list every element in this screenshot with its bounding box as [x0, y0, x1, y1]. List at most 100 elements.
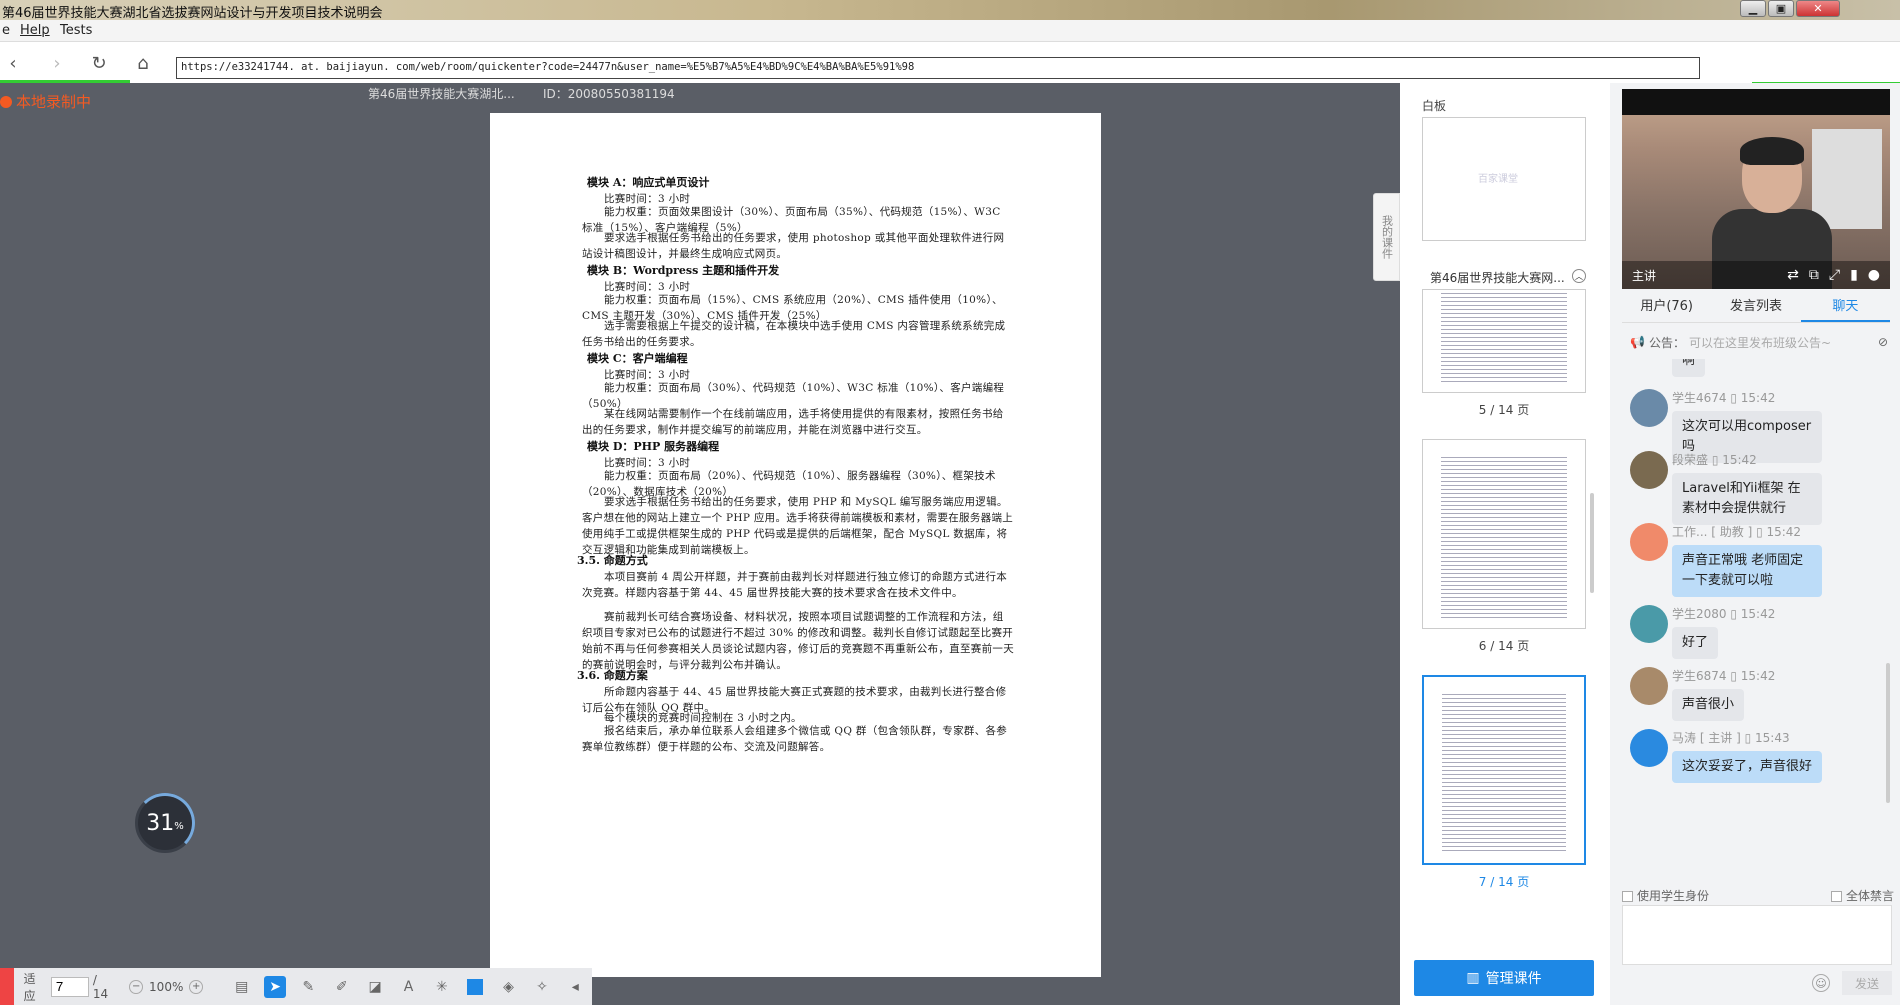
- doc-paragraph: 要求选手根据任务书给出的任务要求，使用 PHP 和 MySQL 编写服务端应用逻…: [582, 496, 1014, 556]
- progress-unit: %: [174, 820, 184, 832]
- minimize-button[interactable]: ▁: [1740, 0, 1766, 17]
- marker-icon[interactable]: ✐: [331, 976, 352, 998]
- avatar[interactable]: [1630, 451, 1668, 489]
- chat-sender: 学生4674 ▯ 15:42: [1672, 391, 1776, 405]
- chat-scrollbar[interactable]: [1886, 663, 1890, 803]
- doc-heading: 模块 C：客户端编程: [587, 352, 688, 365]
- popout-icon[interactable]: ⧉: [1809, 267, 1819, 283]
- tab-users[interactable]: 用户(76): [1622, 293, 1711, 322]
- page-total: / 14: [92, 972, 109, 1001]
- back-icon[interactable]: ‹: [2, 52, 24, 74]
- room-id: ID：20080550381194: [543, 87, 675, 101]
- pen-icon[interactable]: ✎: [298, 976, 319, 998]
- doc-paragraph: 选手需要根据上午提交的设计稿，在本模块中选手使用 CMS 内容管理系统系统完成任…: [582, 320, 1006, 348]
- text-icon[interactable]: A: [398, 976, 419, 998]
- manage-courseware-button[interactable]: ▥ 管理课件: [1414, 960, 1594, 996]
- page-thumbnail-7[interactable]: [1422, 675, 1586, 865]
- notice-placeholder: 可以在这里发布班级公告~: [1688, 335, 1832, 350]
- notice-bar[interactable]: 📢 公告： 可以在这里发布班级公告~ ⊘: [1630, 331, 1888, 353]
- page-number-input[interactable]: [50, 976, 89, 997]
- teacher-video[interactable]: 主讲 ⇄ ⧉ ⤢ ▮ ●: [1622, 89, 1890, 289]
- zoom-in-button[interactable]: +: [189, 979, 204, 994]
- chat-list: 啊学生4674 ▯ 15:42 这次可以用composer吗 段荣盛 ▯ 15:42…: [1622, 359, 1882, 897]
- avatar[interactable]: [1630, 523, 1668, 561]
- page-label-6: 6 / 14 页: [1478, 639, 1530, 653]
- color-icon[interactable]: [465, 976, 486, 998]
- laser-icon[interactable]: ✳: [431, 976, 452, 998]
- doc-paragraph: 本项目赛前 4 周公开样题，并于赛前由裁判长对样题进行独立修订的命题方式进行本次…: [582, 571, 1008, 599]
- chat-sender: 段荣盛 ▯ 15:42: [1672, 453, 1757, 467]
- doc-heading: 3.6. 命题方案: [577, 669, 648, 682]
- mute-all-checkbox[interactable]: 全体禁言: [1830, 887, 1894, 904]
- whiteboard-thumbnail[interactable]: 百家课堂: [1422, 117, 1586, 241]
- whiteboard-logo: 百家课堂: [1478, 174, 1518, 185]
- menu-item-tests[interactable]: Tests: [60, 23, 92, 38]
- recording-indicator: 本地录制中: [0, 91, 91, 112]
- thumbs-scrollbar[interactable]: [1590, 493, 1594, 593]
- avatar[interactable]: [1630, 389, 1668, 427]
- progress-value: 31: [146, 810, 175, 836]
- fit-button[interactable]: 适应: [24, 970, 47, 1004]
- page-thumbnail-5[interactable]: [1422, 289, 1586, 393]
- doc-heading: 3.5. 命题方式: [577, 554, 648, 567]
- send-button[interactable]: 发送: [1842, 971, 1892, 995]
- my-courseware-handle[interactable]: 我的课件: [1373, 193, 1400, 281]
- forward-icon[interactable]: ›: [46, 52, 68, 74]
- window-titlebar: 第46届世界技能大赛湖北省选拔赛网站设计与开发项目技术说明会 ▁ ▣ ✕: [0, 0, 1900, 21]
- home-icon[interactable]: ⌂: [132, 52, 154, 74]
- eraser-icon[interactable]: ◈: [498, 976, 519, 998]
- doc-paragraph: 报名结束后，承办单位联系人会组建多个微信或 QQ 群（包含领队群，专家群、各参赛…: [582, 725, 1008, 753]
- doc-paragraph: 赛前裁判长可结合赛场设备、材料状况，按照本项目试题调整的工作流程和方法，组织项目…: [582, 611, 1014, 671]
- upload-progress: 31%: [135, 793, 195, 853]
- tab-chat[interactable]: 聊天: [1800, 293, 1890, 322]
- whiteboard-label: 白板: [1422, 99, 1447, 113]
- fullscreen-icon[interactable]: ⤢: [1829, 267, 1840, 283]
- page-label-5: 5 / 14 页: [1478, 403, 1530, 417]
- refresh-icon[interactable]: ↻: [88, 52, 110, 74]
- maximize-button[interactable]: ▣: [1768, 0, 1794, 17]
- chat-bubble: 好了: [1672, 627, 1719, 659]
- edit-notice-icon[interactable]: ⊘: [1878, 335, 1888, 349]
- zoom-out-button[interactable]: −: [129, 979, 144, 994]
- address-bar[interactable]: https://e33241744. at. baijiayun. com/we…: [176, 57, 1700, 79]
- pointer-icon[interactable]: ➤: [264, 975, 286, 998]
- shape-icon[interactable]: ◪: [364, 976, 385, 998]
- menu-item-help[interactable]: Help: [20, 23, 50, 38]
- tab-speaker-list[interactable]: 发言列表: [1711, 293, 1800, 322]
- chat-bubble: 声音正常哦 老师固定一下麦就可以啦: [1672, 545, 1822, 597]
- emoji-icon[interactable]: ☺: [1812, 974, 1830, 992]
- chat-sender: 马涛 [ 主讲 ] ▯ 15:43: [1672, 731, 1790, 745]
- bottom-toolbar: 适应 / 14 − 100% + ▤ ➤ ✎ ✐ ◪ A ✳ ◈ ✧ ◂: [0, 968, 592, 1005]
- record-dot-icon: [0, 95, 12, 108]
- clear-icon[interactable]: ✧: [531, 976, 552, 998]
- ppt-icon[interactable]: ▤: [231, 976, 252, 998]
- chat-input[interactable]: [1622, 905, 1892, 965]
- avatar[interactable]: [1630, 729, 1668, 767]
- signal-icon: ▮: [1850, 267, 1858, 283]
- toolbar-side-tab[interactable]: [0, 968, 14, 1005]
- chat-sender: 学生6874 ▯ 15:42: [1672, 669, 1776, 683]
- page-thumbnail-6[interactable]: [1422, 439, 1586, 629]
- chat-sender: 学生2080 ▯ 15:42: [1672, 607, 1776, 621]
- chart-icon: ▥: [1466, 970, 1480, 986]
- mute-all-label: 全体禁言: [1845, 889, 1894, 903]
- recording-label: 本地录制中: [16, 93, 92, 111]
- chat-bubble: 声音很小: [1672, 689, 1745, 721]
- mic-icon[interactable]: ●: [1868, 267, 1880, 283]
- student-identity-checkbox[interactable]: 使用学生身份: [1622, 889, 1709, 903]
- avatar[interactable]: [1630, 667, 1668, 705]
- collapse-toolbar-icon[interactable]: ◂: [565, 976, 586, 998]
- zoom-level: 100%: [149, 979, 184, 994]
- video-role-label: 主讲: [1632, 268, 1657, 283]
- switch-icon[interactable]: ⇄: [1787, 267, 1799, 283]
- close-button[interactable]: ✕: [1796, 0, 1840, 17]
- notice-label: 公告：: [1648, 335, 1685, 350]
- student-identity-label: 使用学生身份: [1637, 889, 1710, 903]
- window-title: 第46届世界技能大赛湖北省选拔赛网站设计与开发项目技术说明会: [2, 6, 383, 21]
- right-panel: 主讲 ⇄ ⧉ ⤢ ▮ ● 用户(76) 发言列表 聊天 📢 公告： 可以在这里发…: [1610, 83, 1900, 1005]
- collapse-icon[interactable]: ︿: [1572, 269, 1586, 283]
- megaphone-icon: 📢: [1630, 335, 1645, 349]
- chat-bubble: 啊: [1672, 359, 1706, 377]
- avatar[interactable]: [1630, 605, 1668, 643]
- menu-item-e[interactable]: e: [2, 23, 10, 38]
